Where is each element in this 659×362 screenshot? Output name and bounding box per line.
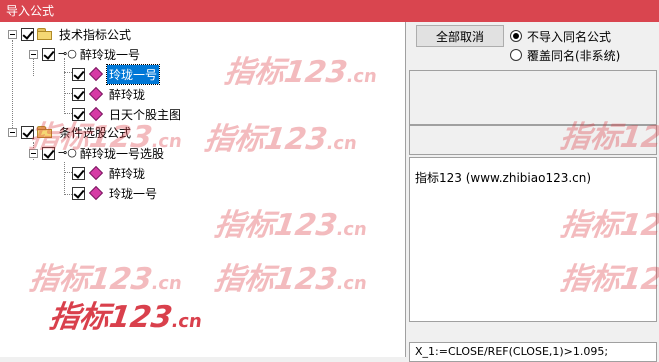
formula-code-text: X_1:=CLOSE/REF(CLOSE,1)>1.095; [415,345,609,358]
radio-label: 覆盖同名(非系统) [527,48,621,63]
options-panel: 全部取消 不导入同名公式 覆盖同名(非系统) 指标123 (www.zhibia… [405,22,659,362]
formula-info-text: 指标123 (www.zhibiao123.cn) [415,171,592,185]
formula-diamond-icon [88,185,104,201]
key-icon: ⊸○ [58,146,77,159]
window-title: 导入公式 [6,4,55,18]
key-icon: ⊸○ [58,47,77,60]
tree-node-tech-indicators[interactable]: 技术指标公式 [8,25,133,43]
formula-diamond-icon [88,66,104,82]
folder-icon [37,126,53,138]
tree-node-stock-screening[interactable]: 条件选股公式 [8,123,133,141]
formula-code-box[interactable]: X_1:=CLOSE/REF(CLOSE,1)>1.095; [409,342,657,362]
tree-node-checkbox[interactable] [72,166,85,180]
tree-node-formula[interactable]: 醉玲珑 [72,85,147,103]
tree-node-checkbox[interactable] [21,125,34,139]
tree-node-checkbox[interactable] [42,146,55,160]
blank-panel [409,125,657,155]
collapse-icon[interactable] [8,29,17,39]
watermark-logo: 指标123.cn [27,262,184,297]
cancel-all-button[interactable]: 全部取消 [416,25,504,47]
watermark-logo: 指标123.cn [222,55,379,90]
tree-node-label: 醉玲珑 [109,166,146,181]
blank-panel [409,70,657,125]
watermark-logo: 指标123.cn [212,262,369,297]
tree-node-checkbox[interactable] [72,107,85,121]
radio-button[interactable] [510,30,522,42]
tree-node-checkbox[interactable] [72,67,85,81]
tree-node-label: 醉玲珑一号选股 [80,146,165,161]
radio-button[interactable] [510,49,522,61]
formula-tree[interactable]: 技术指标公式 ⊸○ 醉玲珑一号 玲珑一号 醉玲珑 日天个股主图 条件选股公式 ⊸… [0,22,405,357]
tree-node-checkbox[interactable] [72,87,85,101]
formula-diamond-icon [88,86,104,102]
tree-node-label: 日天个股主图 [109,107,182,122]
formula-info-box[interactable]: 指标123 (www.zhibiao123.cn) [409,157,657,322]
collapse-icon[interactable] [29,49,38,59]
watermark-logo: 指标123.cn [212,208,369,243]
tree-node-label: 技术指标公式 [59,27,132,42]
tree-node-label: 条件选股公式 [59,125,132,140]
tree-node-label: 醉玲珑一号 [80,47,141,62]
tree-node-formula[interactable]: 日天个股主图 [72,105,183,123]
tree-node-formula[interactable]: 玲珑一号 [72,63,161,85]
radio-label: 不导入同名公式 [527,29,612,44]
tree-node-formula[interactable]: 玲珑一号 [72,184,159,202]
tree-node-formula[interactable]: 醉玲珑 [72,164,147,182]
formula-diamond-icon [88,165,104,181]
watermark-logo: 指标123.cn [202,122,359,157]
window-titlebar[interactable]: 导入公式 [0,0,659,22]
tree-node-formula-group[interactable]: ⊸○ 醉玲珑一号选股 [29,144,166,162]
watermark-logo: 指标123.cn [47,300,204,335]
radio-overwrite[interactable]: 覆盖同名(非系统) [510,47,620,63]
tree-node-label: 玲珑一号 [109,186,158,201]
tree-node-checkbox[interactable] [72,186,85,200]
tree-node-checkbox[interactable] [42,47,55,61]
folder-icon [37,28,53,40]
collapse-icon[interactable] [8,127,17,137]
tree-node-checkbox[interactable] [21,27,34,41]
tree-node-formula-group[interactable]: ⊸○ 醉玲珑一号 [29,45,142,63]
radio-no-import[interactable]: 不导入同名公式 [510,28,611,44]
tree-node-label: 玲珑一号 [105,63,161,85]
formula-diamond-icon [88,106,104,122]
tree-node-label: 醉玲珑 [109,87,146,102]
collapse-icon[interactable] [29,148,38,158]
